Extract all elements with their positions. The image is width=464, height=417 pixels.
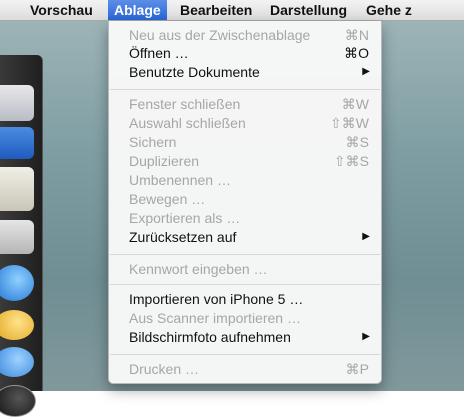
submenu-arrow-icon: ▶ <box>362 231 370 242</box>
dock-app-icon[interactable] <box>0 385 36 417</box>
menu-separator <box>110 354 380 355</box>
menu-item-shortcut: ⌘N <box>344 27 369 43</box>
menu-item-move[interactable]: Bewegen … <box>109 190 381 208</box>
menu-item-shortcut: ⌘W <box>341 96 369 112</box>
menu-item-label: Importieren von iPhone 5 … <box>129 291 304 307</box>
submenu-arrow-icon: ▶ <box>362 331 370 342</box>
menu-item-label: Umbenennen … <box>129 172 231 188</box>
menu-item-close-selection[interactable]: Auswahl schließen ⇧⌘W <box>109 114 381 132</box>
menubar-item-ablage[interactable]: Ablage <box>108 0 167 20</box>
menu-item-label: Drucken … <box>129 361 200 377</box>
dock-app-icon[interactable] <box>0 310 34 340</box>
menu-item-shortcut: ⇧⌘W <box>330 115 369 131</box>
menu-item-new-from-clipboard[interactable]: Neu aus der Zwischenablage ⌘N <box>109 26 381 44</box>
menu-item-shortcut: ⌘O <box>344 45 369 61</box>
menu-bar: Vorschau Ablage Bearbeiten Darstellung G… <box>0 0 464 21</box>
menu-item-revert-to[interactable]: Zurücksetzen auf ▶ <box>109 228 381 246</box>
menu-item-label: Zurücksetzen auf <box>129 229 237 245</box>
dock-app-icon[interactable] <box>0 127 34 159</box>
dock <box>0 55 43 417</box>
menu-item-label: Auswahl schließen <box>129 115 246 131</box>
menu-item-import-from-iphone[interactable]: Importieren von iPhone 5 … <box>109 290 381 308</box>
ablage-dropdown-menu: Neu aus der Zwischenablage ⌘N Öffnen … ⌘… <box>108 21 382 384</box>
menu-item-label: Neu aus der Zwischenablage <box>129 27 311 43</box>
dock-app-icon[interactable] <box>0 347 34 377</box>
menu-item-label: Exportieren als … <box>129 210 241 226</box>
menu-item-take-screenshot[interactable]: Bildschirmfoto aufnehmen ▶ <box>109 328 381 346</box>
menu-item-label: Aus Scanner importieren … <box>129 310 301 326</box>
menu-item-shortcut: ⌘P <box>345 361 369 377</box>
menu-item-label: Benutzte Dokumente <box>129 64 260 80</box>
menu-item-label: Öffnen … <box>129 45 189 61</box>
menubar-item-darstellung[interactable]: Darstellung <box>264 0 353 20</box>
menu-separator <box>110 284 380 285</box>
menu-item-enter-password[interactable]: Kennwort eingeben … <box>109 260 381 278</box>
menu-item-label: Bewegen … <box>129 191 206 207</box>
dock-app-icon[interactable] <box>0 265 34 301</box>
menubar-item-vorschau[interactable]: Vorschau <box>24 0 99 20</box>
menu-separator <box>110 89 380 90</box>
dock-app-icon[interactable] <box>0 220 34 254</box>
menu-item-print[interactable]: Drucken … ⌘P <box>109 360 381 378</box>
menu-item-duplicate[interactable]: Duplizieren ⇧⌘S <box>109 152 381 170</box>
menu-item-save[interactable]: Sichern ⌘S <box>109 133 381 151</box>
menubar-item-gehe-zu[interactable]: Gehe z <box>360 0 418 20</box>
menu-item-export-as[interactable]: Exportieren als … <box>109 209 381 227</box>
menu-item-rename[interactable]: Umbenennen … <box>109 171 381 189</box>
menu-item-open[interactable]: Öffnen … ⌘O <box>109 44 381 62</box>
menu-item-label: Kennwort eingeben … <box>129 261 268 277</box>
menu-item-label: Bildschirmfoto aufnehmen <box>129 329 291 345</box>
menu-item-label: Sichern <box>129 134 177 150</box>
menu-item-close-window[interactable]: Fenster schließen ⌘W <box>109 95 381 113</box>
submenu-arrow-icon: ▶ <box>362 66 370 77</box>
menu-item-label: Fenster schließen <box>129 96 241 112</box>
dock-app-icon[interactable] <box>0 85 34 121</box>
menubar-item-bearbeiten[interactable]: Bearbeiten <box>174 0 258 20</box>
menu-separator <box>110 254 380 255</box>
menu-item-import-from-scanner[interactable]: Aus Scanner importieren … <box>109 309 381 327</box>
menu-item-label: Duplizieren <box>129 153 200 169</box>
menu-item-shortcut: ⌘S <box>345 134 369 150</box>
menu-item-shortcut: ⇧⌘S <box>333 153 369 169</box>
dock-app-icon[interactable] <box>0 167 34 211</box>
menu-item-recent-documents[interactable]: Benutzte Dokumente ▶ <box>109 63 381 81</box>
